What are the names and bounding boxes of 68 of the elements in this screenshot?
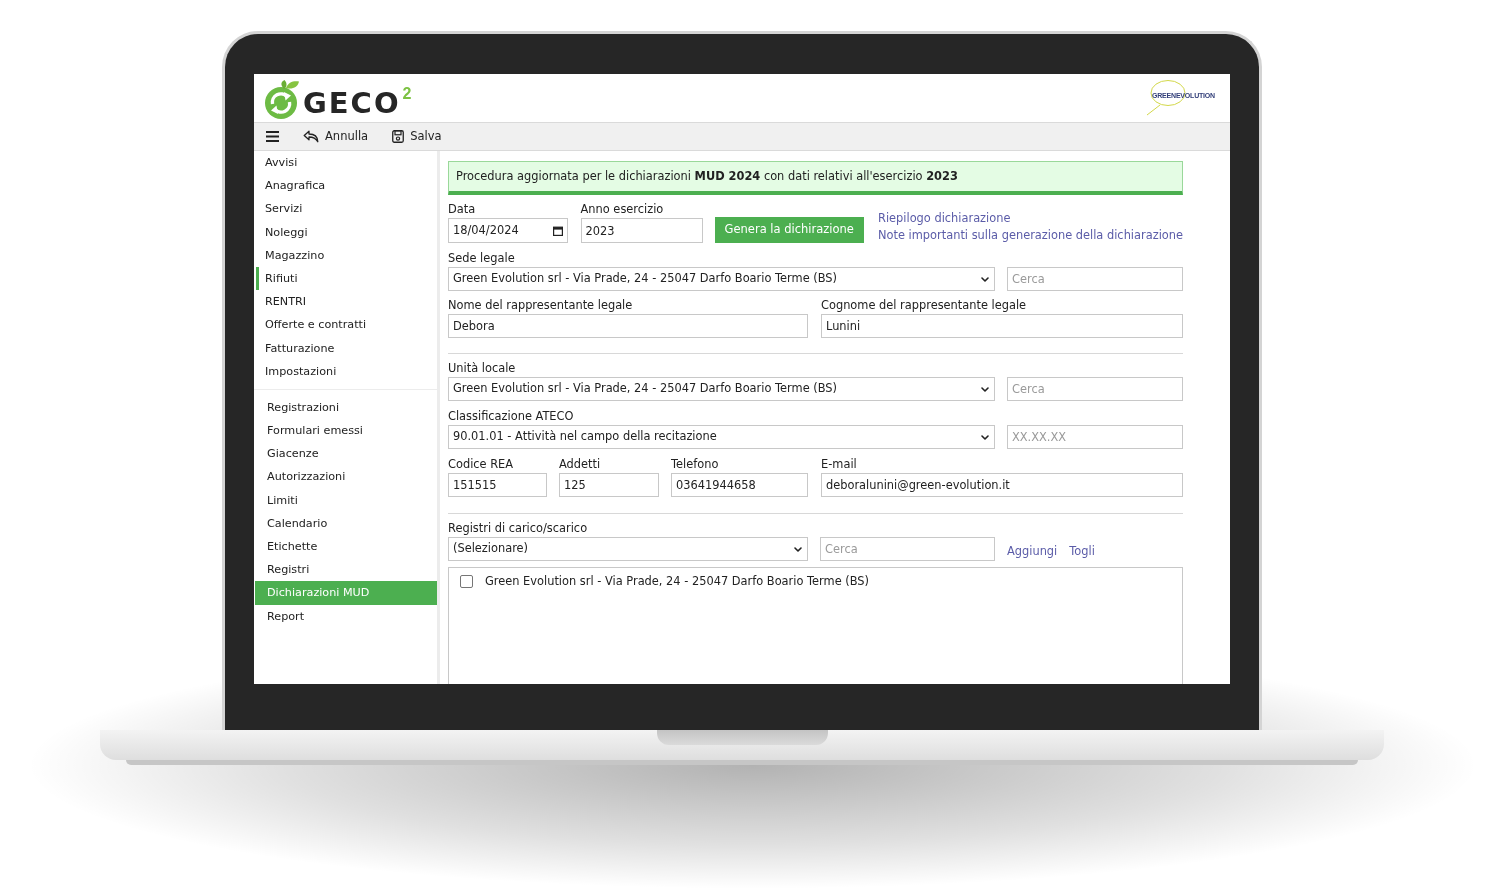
save-button[interactable]: Salva [392, 127, 442, 146]
checkbox[interactable] [460, 575, 473, 588]
dropdown[interactable]: Green Evolution srl - Via Prade, 24 - 25047 Darfo Boario Terme (BS) [448, 377, 995, 401]
sidebar-item[interactable]: Magazzino [256, 243, 437, 267]
text-field[interactable]: Lunini [821, 314, 1183, 338]
notice-banner: Procedura aggiornata per le dichiarazioni MUD 2024 con dati relativi all'esercizio 2023 [448, 161, 1183, 195]
sidebar-item[interactable]: Registrazioni [255, 395, 437, 420]
field-label: Sede legale [448, 251, 515, 266]
field-label: Anno esercizio [580, 202, 664, 217]
sidebar-item[interactable]: Rifiuti [256, 266, 437, 291]
sidebar-item[interactable]: Offerte e contratti [256, 313, 437, 337]
year-field[interactable]: 2023 [580, 218, 703, 243]
dropdown[interactable]: (Selezionare) [448, 537, 808, 561]
text-field[interactable]: deboralunini@green-evolution.it [821, 473, 1183, 497]
sidebar-item[interactable]: Avvisi [256, 151, 437, 175]
sidebar-item[interactable]: Report [255, 604, 437, 628]
menu-button[interactable] [266, 131, 279, 142]
sidebar-item[interactable]: Noleggi [256, 220, 437, 244]
cancel-button[interactable]: Annulla [303, 127, 369, 146]
chevron-down-icon [981, 386, 989, 392]
search-field[interactable]: XX.XX.XX [1007, 425, 1183, 449]
link[interactable]: Togli [1069, 543, 1095, 561]
search-field[interactable]: Cerca [820, 537, 995, 561]
list-item-label: Green Evolution srl - Via Prade, 24 - 25047 Darfo Boario Terme (BS) [485, 572, 869, 590]
sidebar-item[interactable]: Etichette [255, 535, 437, 559]
chevron-down-icon [981, 434, 989, 440]
chevron-down-icon [794, 546, 802, 552]
sidebar-item[interactable]: Fatturazione [256, 336, 437, 360]
sidebar-item[interactable]: Calendario [255, 511, 437, 535]
logo-icon [263, 80, 301, 120]
text-field[interactable]: 125 [559, 473, 659, 497]
chevron-down-icon [981, 276, 989, 282]
sidebar-item[interactable]: Limiti [255, 488, 437, 512]
sidebar-item[interactable]: Autorizzazioni [255, 465, 437, 489]
field-label: Telefono [671, 457, 719, 472]
field-label: Registri di carico/scarico [448, 521, 588, 536]
text-field[interactable]: Debora [448, 314, 808, 338]
field-label: Cognome del rappresentante legale [821, 298, 1027, 313]
menu-icon [266, 131, 279, 142]
logo-text: GECO [303, 89, 401, 118]
link[interactable]: Riepilogo dichiarazione [878, 210, 1011, 227]
dropdown[interactable]: Green Evolution srl - Via Prade, 24 - 25047 Darfo Boario Terme (BS) [448, 267, 995, 291]
save-icon [392, 130, 405, 143]
field-label: Addetti [559, 457, 601, 472]
search-field[interactable]: Cerca [1007, 377, 1183, 401]
link[interactable]: Aggiungi [1007, 543, 1058, 561]
text-field[interactable]: 151515 [448, 473, 547, 497]
undo-icon [303, 130, 319, 143]
sidebar-item[interactable]: Anagrafica [256, 174, 437, 198]
dropdown[interactable]: 90.01.01 - Attività nel campo della recitazione [448, 425, 995, 449]
field-label: Data [448, 202, 476, 217]
field-label: Codice REA [448, 457, 514, 472]
logo-superscript: 2 [402, 86, 412, 102]
sidebar-item[interactable]: Giacenze [255, 442, 437, 466]
field-label: E-mail [821, 457, 857, 472]
sidebar-item[interactable]: Servizi [256, 197, 437, 221]
date-field[interactable]: 18/04/2024 [448, 218, 568, 243]
field-label: Classificazione ATECO [448, 409, 574, 424]
search-field[interactable]: Cerca [1007, 267, 1183, 291]
sidebar-item[interactable]: RENTRI [256, 290, 437, 314]
sidebar-item[interactable]: Registri [255, 558, 437, 582]
sidebar-item[interactable]: Impostazioni [256, 359, 437, 383]
text-field[interactable]: 03641944658 [671, 473, 808, 497]
field-label: Unità locale [448, 361, 516, 376]
field-label: Nome del rappresentante legale [448, 298, 633, 313]
calendar-icon [552, 225, 563, 236]
sidebar-item[interactable]: Formulari emessi [255, 419, 437, 443]
link[interactable]: Note importanti sulla generazione della dichiarazione [878, 226, 1183, 243]
